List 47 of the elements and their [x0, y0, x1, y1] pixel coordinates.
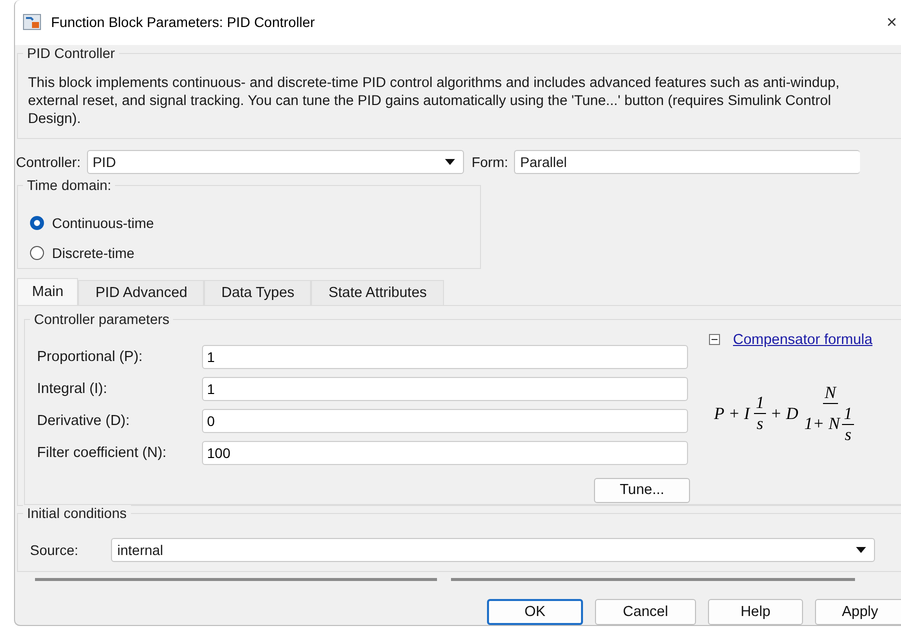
field-label: Source:: [30, 542, 78, 558]
controller-dropdown[interactable]: PID: [86, 150, 464, 174]
dialog-button[interactable]: OK: [487, 599, 583, 625]
block-icon: [23, 14, 41, 30]
dialog-button[interactable]: Help: [708, 599, 803, 625]
radio-option[interactable]: Continuous-time: [30, 208, 154, 238]
field-label: Controller:: [16, 154, 81, 170]
dialog-button[interactable]: Apply: [815, 599, 901, 625]
caret-icon: [444, 158, 455, 165]
radio-button[interactable]: [30, 216, 44, 230]
formula-text: N: [824, 382, 836, 402]
tab[interactable]: PID Advanced: [78, 280, 204, 304]
description-text: This block implements continuous- and discrete-time PID control algorithms and includes advanced features such as anti-windup, external reset, and signal tracking. You can tune the PID gains automatically using the 'Tune...' button (requires Simulink Control Design).: [27, 74, 840, 128]
dialog-button[interactable]: Cancel: [595, 599, 696, 625]
caret-icon: [856, 547, 866, 554]
field-label: Form:: [472, 154, 508, 170]
field-label: Derivative (D):: [37, 412, 131, 428]
formula-text: 1: [844, 404, 852, 424]
tab[interactable]: Main: [17, 278, 78, 304]
formula-link[interactable]: Compensator formula: [733, 332, 872, 348]
formula-text: s: [756, 414, 764, 434]
field-label: Integral (I):: [37, 380, 108, 396]
window-title: Function Block Parameters: PID Controller: [51, 14, 316, 30]
input-field[interactable]: 0: [202, 408, 688, 432]
form-field[interactable]: Parallel: [514, 150, 860, 174]
input-field[interactable]: 1: [202, 344, 688, 368]
group-title: Time domain:: [23, 176, 116, 194]
close-button[interactable]: ×: [886, 12, 897, 33]
scrollbar[interactable]: [451, 578, 855, 581]
formula-text: + D: [770, 404, 798, 424]
source-dropdown[interactable]: internal: [111, 538, 876, 562]
group-title: Controller parameters: [30, 310, 174, 328]
tab[interactable]: State Attributes: [311, 280, 444, 304]
field-label: Proportional (P):: [37, 348, 144, 364]
collapse-icon[interactable]: [709, 334, 720, 345]
tune-button[interactable]: Tune...: [594, 478, 690, 502]
radio-button[interactable]: [30, 246, 44, 260]
input-field[interactable]: 1: [202, 376, 688, 400]
formula-text: s: [844, 424, 852, 444]
formula-text: P + I: [714, 404, 750, 424]
input-field[interactable]: 100: [202, 440, 688, 464]
scrollbar[interactable]: [35, 578, 437, 581]
formula-text: 1: [756, 393, 764, 413]
radio-option[interactable]: Discrete-time: [30, 238, 134, 268]
tab[interactable]: Data Types: [204, 280, 312, 304]
formula-text: 1+ N: [804, 414, 840, 434]
field-label: Filter coefficient (N):: [37, 444, 168, 460]
